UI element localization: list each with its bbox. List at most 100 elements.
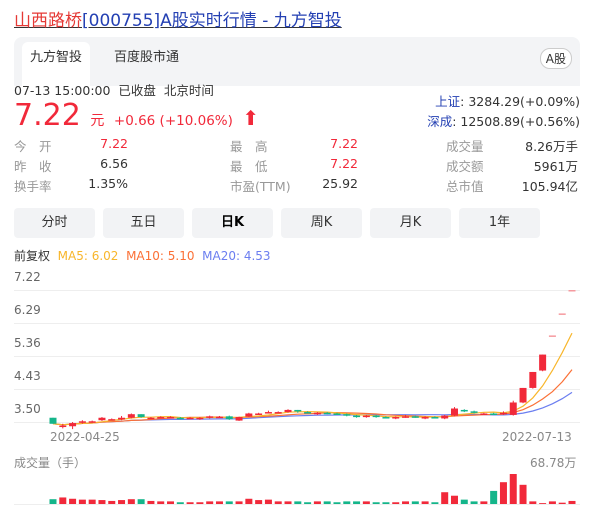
candle-body [78, 421, 86, 423]
candle-body [304, 412, 312, 414]
volume-bar [108, 500, 116, 504]
volume-bar [49, 499, 57, 504]
volume-bar [333, 502, 341, 504]
candle-body [284, 409, 292, 413]
volume-bar [196, 502, 204, 504]
candle-body [88, 421, 96, 423]
volume-bar [59, 497, 67, 504]
volume-bar [470, 501, 478, 504]
volume-bar [147, 500, 155, 504]
volume-bar [137, 499, 145, 504]
volume-bar [402, 501, 410, 504]
candle-body [225, 416, 233, 420]
candle-body [245, 413, 253, 417]
volume-bar [78, 499, 86, 504]
volume-bar [529, 501, 537, 504]
volume-bar [235, 501, 243, 504]
candle-body [480, 413, 488, 415]
candle-body [548, 335, 556, 337]
candle-body [441, 415, 449, 419]
candle-body [235, 417, 243, 421]
candle-body [157, 417, 165, 419]
volume-bar [568, 500, 576, 504]
volume-bar [264, 499, 272, 504]
candle-body [558, 313, 566, 315]
candle-body [206, 416, 214, 418]
candle-body [353, 415, 361, 418]
volume-bar [392, 502, 400, 504]
candle-body [186, 417, 194, 420]
volume-bar [323, 501, 331, 504]
candle-body [176, 417, 184, 420]
volume-bar [372, 502, 380, 504]
volume-bar [274, 501, 282, 504]
volume-bar [245, 498, 253, 504]
volume-bar [225, 501, 233, 504]
volume-bar [98, 500, 106, 504]
candle-body [499, 412, 507, 415]
candle-body [529, 371, 537, 388]
candle-body [215, 416, 223, 419]
candle-body [274, 412, 282, 414]
volume-bar [255, 500, 263, 504]
volume-bar [431, 502, 439, 504]
candle-body [69, 423, 77, 427]
volume-bar [304, 502, 312, 504]
volume-bar [382, 502, 390, 504]
volume-bar [509, 474, 517, 504]
volume-bar [176, 502, 184, 504]
candle-body [460, 409, 468, 412]
candle-body [392, 417, 400, 419]
candle-body [59, 425, 67, 428]
volume-bar [519, 484, 527, 504]
volume-bar [460, 499, 468, 504]
volume-bar [421, 501, 429, 504]
candle-body [127, 414, 135, 418]
volume-bar [215, 501, 223, 504]
volume-bar [480, 501, 488, 504]
candle-body [98, 417, 106, 421]
volume-bar [362, 501, 370, 504]
candle-body [118, 417, 126, 420]
volume-bar [548, 501, 556, 504]
candle-body [323, 412, 331, 415]
candle-body [362, 415, 370, 418]
candle-body [450, 408, 458, 416]
volume-bar [127, 499, 135, 504]
volume-bar [284, 501, 292, 504]
candle-body [108, 419, 116, 421]
volume-bar [490, 490, 498, 504]
volume-bar [167, 501, 175, 504]
candle-body [519, 387, 527, 403]
ma5-line [52, 332, 573, 426]
volume-bar [206, 501, 214, 504]
volume-bar [118, 500, 126, 504]
candle-body [470, 411, 478, 413]
volume-bar [294, 501, 302, 504]
candle-body [343, 414, 351, 416]
candle-body [255, 413, 263, 415]
volume-bar [353, 501, 361, 504]
volume-bar [343, 501, 351, 504]
candle-body [137, 414, 145, 418]
volume-bar [186, 502, 194, 504]
candle-body [196, 417, 204, 420]
volume-bar [157, 501, 165, 504]
candle-body [421, 417, 429, 419]
candle-body [539, 354, 547, 371]
volume-bar [88, 499, 96, 504]
candle-body [382, 417, 390, 419]
candle-body [568, 290, 576, 292]
candle-body [402, 416, 410, 418]
candle-body [372, 415, 380, 418]
volume-bar [539, 503, 547, 504]
kline-chart[interactable] [0, 0, 610, 511]
volume-bar [69, 498, 77, 504]
candle-body [431, 417, 439, 419]
candle-body [411, 416, 419, 418]
candle-body [333, 413, 341, 415]
volume-bar [558, 502, 566, 504]
candle-body [313, 412, 321, 415]
volume-bar [499, 482, 507, 504]
candle-body [294, 409, 302, 412]
